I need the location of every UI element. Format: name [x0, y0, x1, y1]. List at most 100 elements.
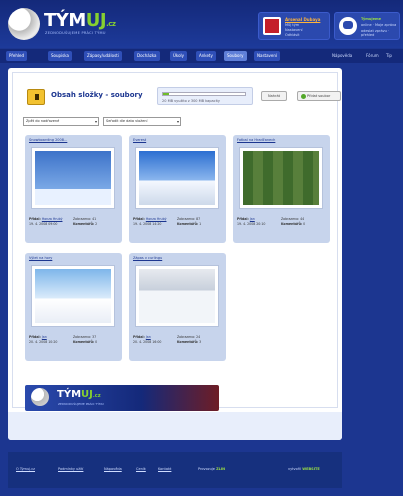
nav-item-settings[interactable]: Nastavení: [254, 51, 281, 61]
nav-link-forum[interactable]: Fórum: [366, 51, 379, 61]
views-count: 87: [196, 217, 201, 221]
user-box: Arsenal Dubaya Můj tým Nastavení Odhlási…: [258, 12, 330, 40]
file-thumbnail[interactable]: [31, 265, 115, 327]
file-card: Výlet na hory Přidal: Jan 20. 4. 2008 10…: [25, 253, 122, 361]
views-label: Zobrazeno:: [73, 335, 92, 339]
footer-link-about[interactable]: O Týmuj.cz: [16, 467, 35, 471]
site-logo[interactable]: TÝMUJ.cz: [44, 10, 116, 31]
file-meta: Přidal: Honza Hrubý 19. 4. 2008 09:00 Zo…: [29, 217, 117, 226]
added-by-label: Přidal:: [29, 335, 41, 339]
nav-item-attendance[interactable]: Docházka: [134, 51, 160, 61]
file-stats: Zobrazeno: 41 Komentářů: 2: [73, 217, 97, 226]
added-by-link[interactable]: Jan: [146, 335, 151, 339]
soccer-ball-logo-icon[interactable]: [8, 8, 40, 40]
file-thumbnail[interactable]: [135, 147, 219, 209]
banner-tld: .cz: [92, 393, 101, 399]
chat-box: Týmujeme online · Moje zpráva odeslat zp…: [334, 12, 400, 40]
banner-title-main: TÝM: [57, 389, 82, 400]
user-link-team[interactable]: Můj tým: [285, 23, 299, 27]
chat-send-link[interactable]: odeslat zprávu · přehled: [361, 29, 399, 37]
added-by-link[interactable]: Jan: [250, 217, 255, 221]
user-name-link[interactable]: Arsenal Dubaya: [285, 17, 320, 22]
logo-title-accent: UJ: [85, 10, 107, 31]
comments-label: Komentářů:: [177, 221, 199, 226]
chat-status-link[interactable]: online · Moje zpráva: [361, 23, 396, 27]
views-count: 41: [92, 217, 97, 221]
parent-folder-select[interactable]: Zpět do nadřazené: [23, 117, 99, 126]
nav-item-roster[interactable]: Soupiska: [48, 51, 72, 61]
footer-link-contact[interactable]: Kontakt: [158, 467, 171, 471]
content-panel: Obsah složky - soubory 20 MB využito z 3…: [8, 68, 342, 440]
nav-item-overview[interactable]: Přehled: [6, 51, 28, 61]
soccer-ball-icon: [31, 388, 49, 406]
footer-powered-by-link[interactable]: ZLIN: [216, 467, 225, 471]
footer-powered: Provozuje ZLIN: [198, 467, 225, 471]
mountain-photo: [139, 151, 215, 205]
footer-author-label: vytvořil: [288, 467, 302, 471]
file-stats: Zobrazeno: 37 Komentářů: 0: [73, 335, 97, 344]
storage-progress-fill: [163, 93, 169, 95]
nav-link-help[interactable]: Nápověda: [332, 51, 352, 61]
chat-bubble-icon[interactable]: [339, 17, 357, 35]
hikers-photo: [35, 269, 111, 323]
file-meta: Přidal: Jan 20. 4. 2008 10:20 Zobrazeno:…: [29, 335, 117, 344]
nav-link-tip[interactable]: Tip: [386, 51, 392, 61]
file-card: Everest Přidal: Honza Hrubý 19. 4. 2008 …: [129, 135, 226, 243]
file-meta: Přidal: Jan 20. 4. 2008 16:00 Zobrazeno:…: [133, 335, 221, 344]
comments-count: 1: [199, 221, 202, 226]
upload-button[interactable]: Nahrát: [261, 91, 287, 101]
added-by-link[interactable]: Honza Hrubý: [146, 217, 167, 221]
added-by-link[interactable]: Jan: [42, 335, 47, 339]
views-label: Zobrazeno:: [73, 217, 92, 221]
added-by-label: Přidal:: [133, 217, 145, 221]
curling-photo: [139, 269, 215, 323]
file-title-link[interactable]: Fotbal na Hradčanech: [237, 138, 275, 142]
file-meta: Přidal: Jan 19. 4. 2008 20:10 Zobrazeno:…: [237, 217, 325, 226]
added-by-label: Přidal:: [29, 217, 41, 221]
file-title-link[interactable]: Snowboarding 2008...: [29, 138, 67, 142]
promo-banner[interactable]: TÝMUJ.cz ZEDNODUŠUJEME PRÁCI TÝMU: [25, 385, 219, 411]
nav-item-files[interactable]: Soubory: [224, 51, 247, 61]
file-thumbnail[interactable]: [31, 147, 115, 209]
file-title-link[interactable]: Výlet na hory: [29, 256, 52, 260]
footer-link-pricing[interactable]: Ceník: [136, 467, 146, 471]
comments-count: 0: [95, 339, 98, 344]
table-football-photo: [243, 151, 319, 205]
team-badge-icon[interactable]: [263, 17, 281, 35]
added-by-link[interactable]: Honza Hrubý: [42, 217, 63, 221]
banner-tagline: ZEDNODUŠUJEME PRÁCI TÝMU: [58, 402, 104, 406]
file-card: Zápas v curlingu Přidal: Jan 20. 4. 2008…: [129, 253, 226, 361]
nav-item-matches[interactable]: Zápasy/události: [84, 51, 122, 61]
add-file-button[interactable]: Přidat soubor: [297, 91, 341, 101]
file-card: Fotbal na Hradčanech Přidal: Jan 19. 4. …: [233, 135, 330, 243]
page-title: Obsah složky - soubory: [51, 91, 143, 99]
site-footer: O Týmuj.cz Podmínky užití Nápověda Ceník…: [8, 452, 342, 488]
content-panel-footer: [8, 412, 342, 440]
sort-select[interactable]: Seřadit dle data vložení: [103, 117, 181, 126]
views-count: 44: [300, 217, 305, 221]
footer-powered-label: Provozuje: [198, 467, 215, 471]
nav-item-tasks[interactable]: Úkoly: [170, 51, 188, 61]
file-thumbnail[interactable]: [135, 265, 219, 327]
file-title-link[interactable]: Zápas v curlingu: [133, 256, 162, 260]
user-link-settings[interactable]: Nastavení: [285, 28, 303, 32]
footer-link-terms[interactable]: Podmínky užití: [58, 467, 83, 471]
nav-item-polls[interactable]: Ankety: [196, 51, 216, 61]
file-title-link[interactable]: Everest: [133, 138, 146, 142]
file-meta: Přidal: Honza Hrubý 19. 4. 2008 14:20 Zo…: [133, 217, 221, 226]
chat-title: Týmujeme: [361, 17, 381, 21]
views-count: 37: [92, 335, 97, 339]
file-stats: Zobrazeno: 44 Komentářů: 0: [281, 217, 305, 226]
footer-link-help[interactable]: Nápověda: [104, 467, 122, 471]
comments-label: Komentářů:: [177, 339, 199, 344]
views-count: 24: [196, 335, 201, 339]
file-card: Snowboarding 2008... Přidal: Honza Hrubý…: [25, 135, 122, 243]
file-stats: Zobrazeno: 24 Komentářů: 3: [177, 335, 201, 344]
snowboarder-photo: [35, 151, 111, 205]
user-link-logout[interactable]: Odhlásit: [285, 33, 299, 37]
content-area: Obsah složky - soubory 20 MB využito z 3…: [12, 72, 341, 411]
file-thumbnail[interactable]: [239, 147, 323, 209]
footer-author-link[interactable]: WEBSITE: [302, 467, 320, 471]
comments-label: Komentářů:: [73, 339, 95, 344]
views-label: Zobrazeno:: [281, 217, 300, 221]
